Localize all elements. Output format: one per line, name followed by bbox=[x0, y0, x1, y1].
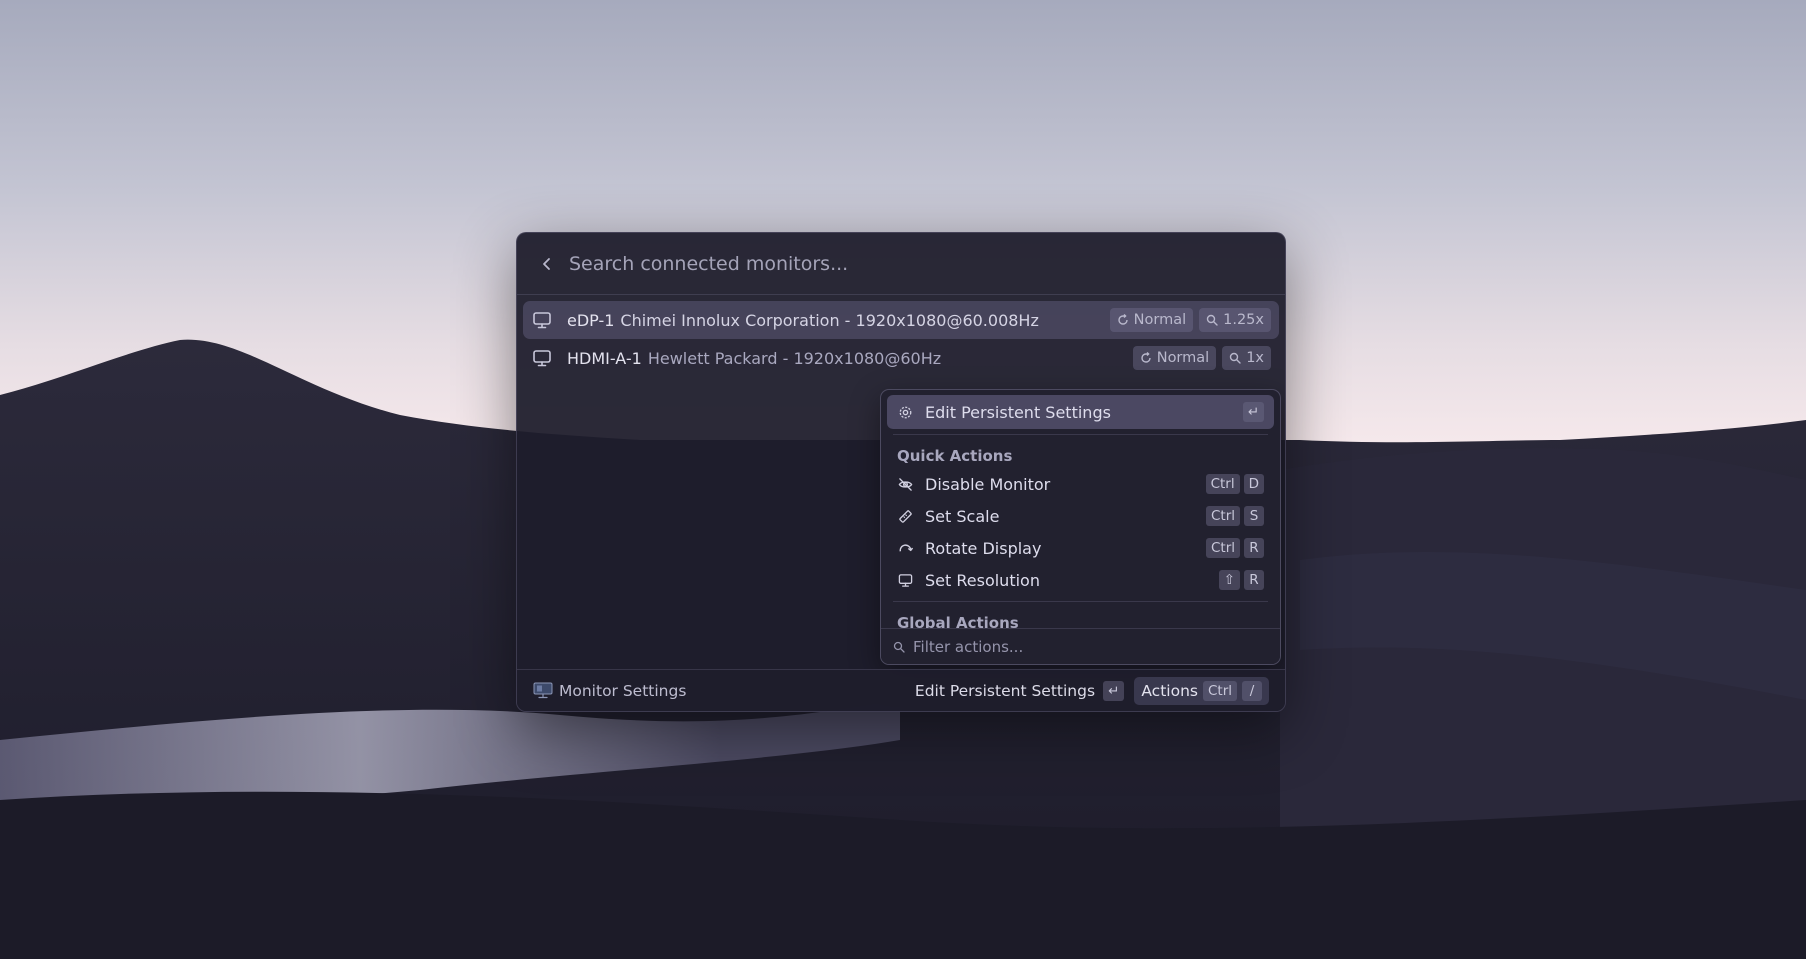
enter-key: ↵ bbox=[1242, 402, 1264, 422]
monitor-id: HDMI-A-1 bbox=[567, 348, 642, 368]
scale-tag: 1x bbox=[1222, 346, 1271, 370]
zoom-icon bbox=[1206, 314, 1218, 326]
monitor-icon bbox=[897, 572, 913, 588]
set-resolution-action[interactable]: Set Resolution ⇧ R bbox=[887, 564, 1274, 596]
monitor-description: Hewlett Packard - 1920x1080@60Hz bbox=[647, 348, 942, 368]
chevron-left-icon bbox=[543, 257, 550, 270]
monitor-row-edp-1[interactable]: eDP-1 Chimei Innolux Corporation - 1920x… bbox=[523, 301, 1279, 339]
footer-title: Monitor Settings bbox=[559, 681, 687, 700]
transform-tag: Normal bbox=[1109, 308, 1194, 332]
divider bbox=[893, 434, 1268, 435]
search-input[interactable] bbox=[569, 252, 1265, 275]
set-scale-action[interactable]: Set Scale Ctrl S bbox=[887, 500, 1274, 532]
transform-tag: Normal bbox=[1132, 346, 1217, 370]
monitor-settings-icon bbox=[533, 682, 553, 700]
quick-actions-heading: Quick Actions bbox=[897, 447, 1013, 465]
eye-off-icon bbox=[897, 476, 913, 492]
rotate-display-action[interactable]: Rotate Display Ctrl R bbox=[887, 532, 1274, 564]
edit-persistent-settings-action[interactable]: Edit Persistent Settings ↵ bbox=[887, 395, 1274, 429]
footer-bar: Monitor Settings Edit Persistent Setting… bbox=[517, 669, 1285, 711]
action-panel: Edit Persistent Settings ↵ Quick Actions… bbox=[880, 389, 1281, 665]
rotate-icon bbox=[1117, 314, 1128, 325]
search-bar bbox=[517, 233, 1285, 295]
rotate-icon bbox=[1141, 352, 1151, 363]
ruler-icon bbox=[897, 508, 913, 524]
disable-monitor-action[interactable]: Disable Monitor Ctrl D bbox=[887, 468, 1274, 500]
monitor-id: eDP-1 bbox=[567, 310, 615, 330]
filter-actions-input[interactable] bbox=[913, 637, 1268, 656]
monitor-list: eDP-1 Chimei Innolux Corporation - 1920x… bbox=[517, 295, 1285, 377]
enter-key: ↵ bbox=[1103, 680, 1125, 701]
scale-tag: 1.25x bbox=[1199, 308, 1271, 332]
zoom-icon bbox=[1229, 352, 1241, 364]
monitor-description: Chimei Innolux Corporation - 1920x1080@6… bbox=[620, 310, 1039, 330]
gear-icon bbox=[897, 404, 913, 420]
back-button[interactable] bbox=[537, 254, 557, 274]
monitor-icon bbox=[531, 309, 553, 331]
search-icon bbox=[893, 641, 905, 653]
launcher-window: eDP-1 Chimei Innolux Corporation - 1920x… bbox=[516, 232, 1286, 712]
monitor-icon bbox=[531, 347, 553, 369]
rotate-icon bbox=[897, 540, 913, 556]
filter-bar bbox=[881, 628, 1280, 664]
divider bbox=[893, 601, 1268, 602]
footer-primary-action[interactable]: Edit Persistent Settings ↵ bbox=[915, 680, 1125, 701]
actions-button[interactable]: Actions Ctrl / bbox=[1134, 676, 1269, 705]
monitor-row-hdmi-a-1[interactable]: HDMI-A-1 Hewlett Packard - 1920x1080@60H… bbox=[523, 339, 1279, 377]
